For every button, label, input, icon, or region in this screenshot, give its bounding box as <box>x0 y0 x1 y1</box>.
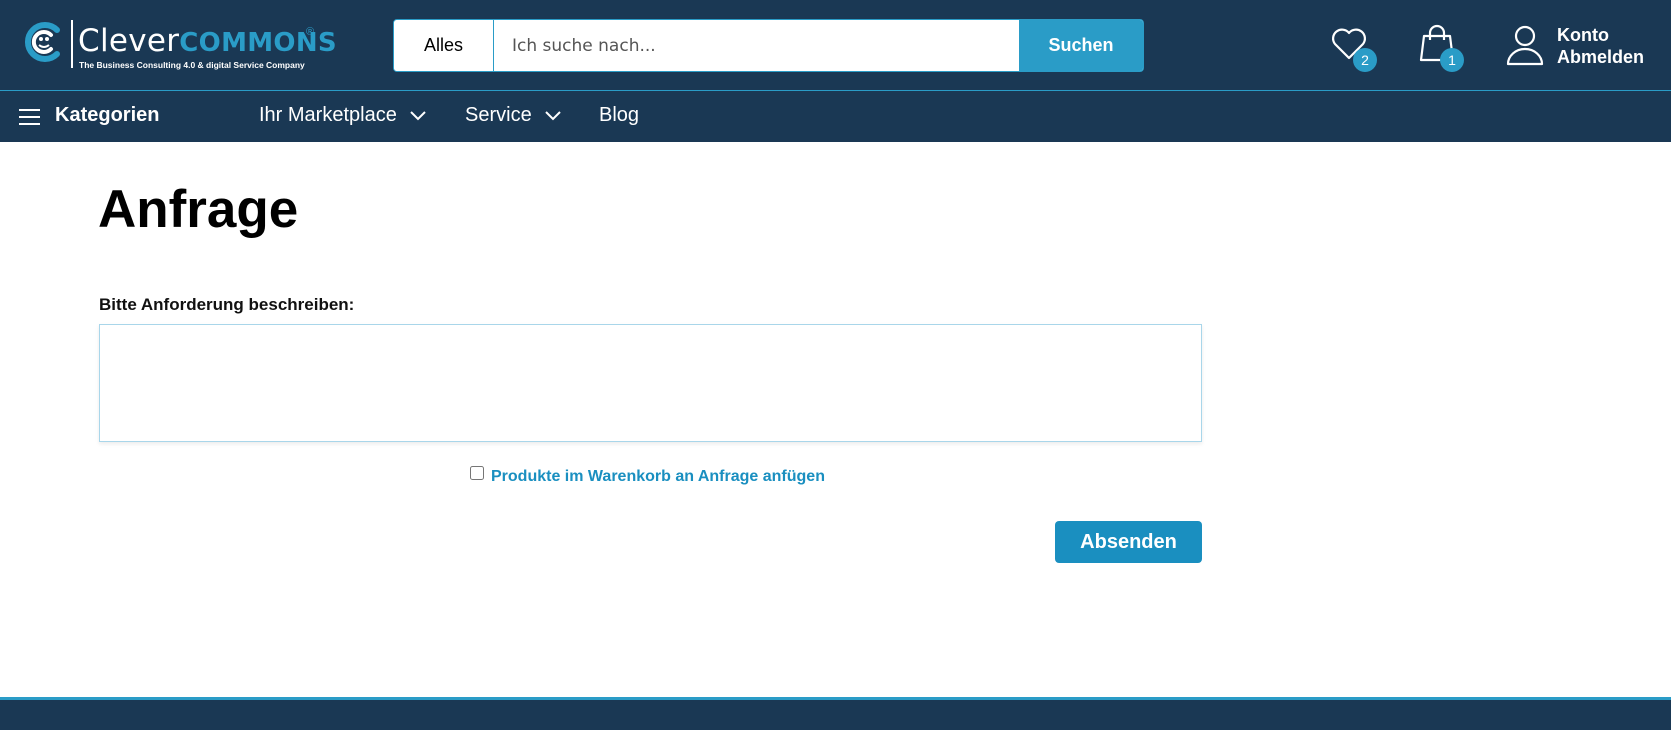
logo-wordmark: CleverCOMMONS <box>78 24 337 60</box>
logout-link[interactable]: Abmelden <box>1557 46 1644 68</box>
clevercommons-logo[interactable]: CleverCOMMONS ® The Business Consulting … <box>21 18 337 72</box>
nav-item-blog[interactable]: Blog <box>599 104 639 127</box>
categories-menu[interactable]: Kategorien <box>55 104 159 127</box>
search-scope-select[interactable]: Alles <box>394 20 494 71</box>
cart-count-badge: 1 <box>1440 48 1464 72</box>
nav-item-service[interactable]: Service <box>465 104 561 127</box>
nav-item-label: Blog <box>599 104 640 126</box>
account-link[interactable]: Konto <box>1557 24 1644 46</box>
nav-item-ihr-marketplace[interactable]: Ihr Marketplace <box>259 104 427 127</box>
logo-registered-mark: ® <box>306 26 315 38</box>
user-icon[interactable] <box>1505 24 1545 66</box>
account-links: Konto Abmelden <box>1557 24 1644 68</box>
logo-word-clever: Clever <box>78 23 180 59</box>
logo-mark-icon <box>24 22 60 62</box>
search-input[interactable] <box>494 20 1039 71</box>
description-textarea[interactable] <box>99 324 1202 442</box>
search-bar: Alles Suchen <box>393 19 1144 72</box>
submit-button[interactable]: Absenden <box>1055 521 1202 563</box>
footer <box>0 697 1671 730</box>
attach-cart-checkbox[interactable] <box>470 466 484 480</box>
chevron-down-icon <box>545 111 561 121</box>
menu-icon[interactable] <box>19 109 41 125</box>
page-title: Anfrage <box>98 180 299 239</box>
nav-item-label: Service <box>465 104 532 126</box>
attach-cart-option: Produkte im Warenkorb an Anfrage anfügen <box>470 466 825 485</box>
top-header: CleverCOMMONS ® The Business Consulting … <box>0 0 1671 91</box>
main-nav: Kategorien Ihr Marketplace Service Blog <box>0 91 1671 142</box>
wishlist-button[interactable]: 2 <box>1329 24 1377 72</box>
logo-tagline: The Business Consulting 4.0 & digital Se… <box>79 60 305 70</box>
attach-cart-label[interactable]: Produkte im Warenkorb an Anfrage anfügen <box>491 468 825 486</box>
cart-button[interactable]: 1 <box>1416 24 1464 72</box>
nav-item-label: Ihr Marketplace <box>259 104 397 126</box>
logo-separator <box>71 20 73 68</box>
description-label: Bitte Anforderung beschreiben: <box>99 295 355 314</box>
wishlist-count-badge: 2 <box>1353 48 1377 72</box>
chevron-down-icon <box>410 111 427 121</box>
search-button[interactable]: Suchen <box>1019 20 1143 71</box>
